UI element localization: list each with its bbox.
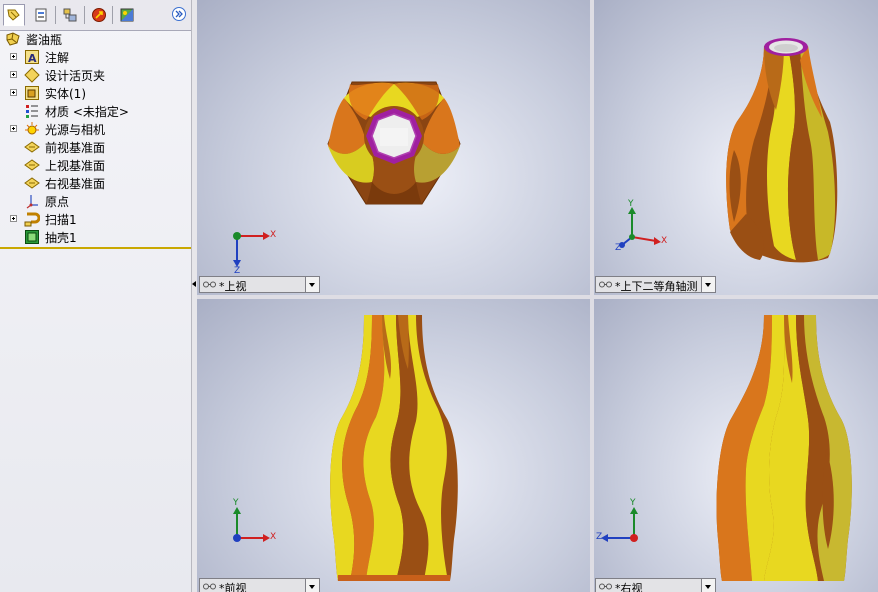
viewport-isometric[interactable]: Y X Z *上下二等角轴测 xyxy=(594,0,878,295)
property-manager-icon xyxy=(35,8,47,22)
rollback-bar[interactable] xyxy=(0,247,191,249)
sweep-icon xyxy=(24,212,40,227)
panel-collapse-arrow[interactable] xyxy=(192,281,196,287)
y-axis-label: Y xyxy=(630,498,636,508)
feature-tree: 酱油瓶 A 注解 设计活页夹 实体(1) 材质 <未指定> 光源与相机 前视基准… xyxy=(0,30,191,248)
viewport-label-text: *上下二等角轴测 xyxy=(615,280,698,293)
panel-tab-bar xyxy=(0,0,191,31)
expand-panel-button[interactable] xyxy=(172,7,186,21)
property-manager-tab[interactable] xyxy=(30,4,52,26)
triad-isometric xyxy=(619,207,661,248)
expand-toggle[interactable] xyxy=(10,89,17,96)
viewport-top[interactable]: X Z *上视 xyxy=(197,0,590,295)
y-axis-label: Y xyxy=(233,498,239,508)
plane-icon xyxy=(24,159,40,171)
viewport-label-text: *上视 xyxy=(219,280,247,293)
expand-toggle[interactable] xyxy=(10,125,17,132)
tree-item-label: 右视基准面 xyxy=(45,177,106,191)
plane-icon xyxy=(24,141,40,153)
tree-item-design-binder[interactable]: 设计活页夹 xyxy=(0,66,191,84)
tree-item-top-plane[interactable]: 上视基准面 xyxy=(0,156,191,174)
tree-item-label: 注解 xyxy=(45,51,70,65)
view-dropdown-button[interactable] xyxy=(305,277,319,292)
tree-item-right-plane[interactable]: 右视基准面 xyxy=(0,174,191,192)
view-dropdown-button[interactable] xyxy=(701,277,715,292)
triad-right xyxy=(601,507,638,542)
tree-item-label: 扫描1 xyxy=(45,213,77,227)
view-glasses-icon xyxy=(203,281,216,288)
configuration-manager-tab[interactable] xyxy=(59,4,81,26)
x-axis-label: X xyxy=(270,230,277,240)
triad-front xyxy=(233,507,270,542)
viewport-label-text: *右视 xyxy=(615,582,643,592)
tree-item-origin[interactable]: 原点 xyxy=(0,192,191,210)
y-axis-label: Y xyxy=(628,199,634,209)
viewport-vertical-splitter[interactable] xyxy=(590,0,594,592)
z-axis-label: Z xyxy=(615,243,622,253)
lights-cameras-icon xyxy=(25,122,39,135)
dimxpert-icon xyxy=(92,8,106,22)
tree-item-label: 材质 <未指定> xyxy=(45,105,129,119)
tree-item-shell1[interactable]: 抽壳1 xyxy=(0,228,191,246)
tree-item-annotations[interactable]: A 注解 xyxy=(0,48,191,66)
double-chevron-right-icon xyxy=(175,10,183,18)
viewport-right-label[interactable]: *右视 xyxy=(595,578,716,592)
viewport-horizontal-splitter[interactable] xyxy=(197,295,878,299)
tree-item-label: 光源与相机 xyxy=(45,123,106,137)
tree-item-sweep1[interactable]: 扫描1 xyxy=(0,210,191,228)
tree-item-solid-bodies[interactable]: 实体(1) xyxy=(0,84,191,102)
x-axis-label: X xyxy=(661,236,668,246)
viewport-front-label[interactable]: *前视 xyxy=(199,578,320,592)
svg-text:A: A xyxy=(28,52,37,65)
expand-toggle[interactable] xyxy=(10,215,17,222)
feature-tree-icon xyxy=(7,9,20,21)
tree-item-label: 原点 xyxy=(45,195,70,209)
viewport-label-text: *前视 xyxy=(219,582,247,592)
viewport-right[interactable]: Y Z *右视 xyxy=(594,299,878,592)
view-dropdown-button[interactable] xyxy=(305,579,319,592)
expand-toggle[interactable] xyxy=(10,71,17,78)
configuration-icon xyxy=(63,8,77,22)
view-glasses-icon xyxy=(203,583,216,590)
x-axis-label: X xyxy=(270,532,277,542)
tree-item-label: 抽壳1 xyxy=(45,231,77,245)
tree-item-front-plane[interactable]: 前视基准面 xyxy=(0,138,191,156)
view-glasses-icon xyxy=(599,281,612,288)
tree-item-label: 实体(1) xyxy=(45,87,86,101)
tree-item-label: 设计活页夹 xyxy=(45,69,106,83)
tree-item-material[interactable]: 材质 <未指定> xyxy=(0,102,191,120)
viewport-front[interactable]: Y X *前视 xyxy=(197,299,590,592)
feature-manager-tab[interactable] xyxy=(3,4,25,26)
view-dropdown-button[interactable] xyxy=(701,579,715,592)
display-manager-icon xyxy=(120,8,134,22)
dimxpert-tab[interactable] xyxy=(88,4,110,26)
z-axis-label: Z xyxy=(596,532,603,542)
feature-manager-panel: 酱油瓶 A 注解 设计活页夹 实体(1) 材质 <未指定> 光源与相机 前视基准… xyxy=(0,0,191,592)
expand-toggle[interactable] xyxy=(10,53,17,60)
tree-item-label: 前视基准面 xyxy=(45,141,106,155)
annotation-icon: A xyxy=(25,50,39,65)
origin-icon xyxy=(26,195,38,209)
display-manager-tab[interactable] xyxy=(116,4,138,26)
material-icon xyxy=(26,105,38,118)
plane-icon xyxy=(24,177,40,189)
design-binder-icon xyxy=(24,67,40,83)
z-axis-label: Z xyxy=(234,266,241,276)
viewport-top-label[interactable]: *上视 xyxy=(199,276,320,293)
shell-icon xyxy=(25,230,39,244)
tree-root-part[interactable]: 酱油瓶 xyxy=(0,30,191,48)
tree-item-label: 上视基准面 xyxy=(45,159,106,173)
view-glasses-icon xyxy=(599,583,612,590)
part-icon xyxy=(6,32,20,46)
viewport-isometric-label[interactable]: *上下二等角轴测 xyxy=(595,276,716,293)
solid-body-icon xyxy=(25,86,39,100)
tree-root-label: 酱油瓶 xyxy=(26,33,63,47)
tree-item-lights-cameras[interactable]: 光源与相机 xyxy=(0,120,191,138)
